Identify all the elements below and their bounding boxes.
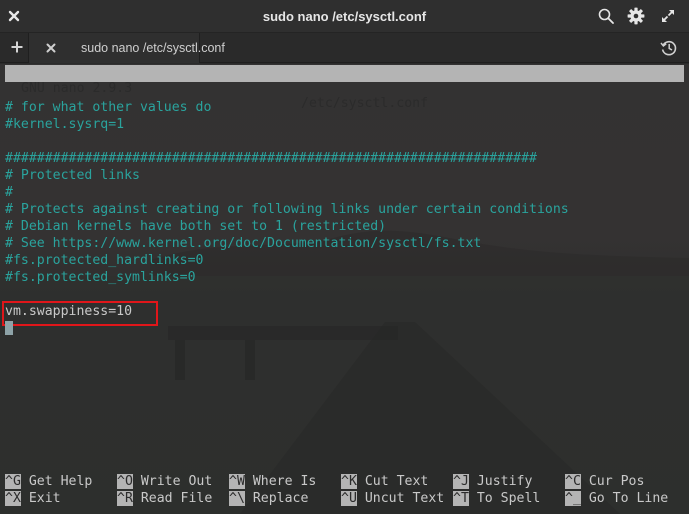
gear-icon (627, 7, 645, 25)
maximize-button[interactable] (658, 6, 678, 26)
shortcut-write-out[interactable]: ^O Write Out (117, 473, 212, 490)
shortcut-get-help[interactable]: ^G Get Help (5, 473, 92, 490)
shortcut-label: Where Is (244, 474, 317, 489)
editor-line: # for what other values do (5, 100, 212, 115)
shortcut-label: To Spell (468, 491, 541, 506)
shortcut-label: Cur Pos (580, 474, 645, 489)
shortcut-read-file[interactable]: ^R Read File (117, 490, 212, 507)
close-tab-button[interactable] (43, 40, 59, 56)
shortcut-key: ^W (229, 474, 245, 489)
editor-line: ########################################… (5, 151, 537, 166)
shortcut-key: ^\ (229, 491, 245, 506)
shortcut-label: Uncut Text (356, 491, 445, 506)
shortcut-label: Read File (132, 491, 213, 506)
shortcut-go-to-line[interactable]: ^_ Go To Line (565, 490, 668, 507)
nano-shortcut-bar: ^G Get Help ^X Exit ^O Write Out ^R Read Fi… (0, 473, 689, 507)
shortcut-to-spell[interactable]: ^T To Spell (453, 490, 540, 507)
shortcut-key: ^U (341, 491, 357, 506)
nano-version: GNU nano 2.9.3 (21, 81, 133, 96)
shortcut-label: Go To Line (580, 491, 669, 506)
shortcut-justify[interactable]: ^J Justify (453, 473, 532, 490)
shortcut-key: ^X (5, 491, 21, 506)
history-icon (660, 40, 677, 56)
shortcut-label: Write Out (132, 474, 213, 489)
window-title: sudo nano /etc/sysctl.conf (262, 9, 427, 24)
shortcut-key: ^C (565, 474, 581, 489)
editor-line: #fs.protected_symlinks=0 (5, 270, 196, 285)
shortcut-label: Cut Text (356, 474, 429, 489)
shortcut-key: ^R (117, 491, 133, 506)
new-tab-button[interactable] (6, 38, 28, 58)
maximize-icon (662, 10, 674, 22)
shortcut-uncut-text[interactable]: ^U Uncut Text (341, 490, 444, 507)
tab-label: sudo nano /etc/sysctl.conf (81, 41, 225, 55)
settings-button[interactable] (626, 6, 646, 26)
shortcut-key: ^J (453, 474, 469, 489)
editor-line: # Protects against creating or following… (5, 202, 569, 217)
window-titlebar: sudo nano /etc/sysctl.conf (0, 0, 689, 33)
shortcut-label: Get Help (20, 474, 93, 489)
shortcut-key: ^O (117, 474, 133, 489)
editor-line: #fs.protected_hardlinks=0 (5, 253, 204, 268)
shortcut-key: ^G (5, 474, 21, 489)
close-icon (46, 43, 56, 53)
search-icon (598, 8, 614, 24)
editor-line: #kernel.sysrq=1 (5, 117, 125, 132)
shortcut-exit[interactable]: ^X Exit (5, 490, 61, 507)
tab-sudo-nano[interactable]: sudo nano /etc/sysctl.conf (28, 33, 225, 63)
shortcut-replace[interactable]: ^\ Replace (229, 490, 308, 507)
highlight-annotation (2, 301, 158, 326)
shortcut-label: Exit (20, 491, 61, 506)
editor-line: # Debian kernels have both set to 1 (res… (5, 219, 387, 234)
search-button[interactable] (596, 6, 616, 26)
history-button[interactable] (660, 39, 678, 57)
shortcut-cur-pos[interactable]: ^C Cur Pos (565, 473, 644, 490)
editor-line: # (5, 185, 13, 200)
shortcut-key: ^_ (565, 491, 581, 506)
shortcut-label: Justify (468, 474, 533, 489)
shortcut-where-is[interactable]: ^W Where Is (229, 473, 316, 490)
text-cursor (5, 321, 13, 335)
shortcut-key: ^T (453, 491, 469, 506)
editor-line: # See https://www.kernel.org/doc/Documen… (5, 236, 482, 251)
shortcut-key: ^K (341, 474, 357, 489)
shortcut-cut-text[interactable]: ^K Cut Text (341, 473, 428, 490)
editor-line: # Protected links (5, 168, 140, 183)
tab-bar: sudo nano /etc/sysctl.conf (0, 33, 689, 63)
shortcut-label: Replace (244, 491, 309, 506)
nano-title-bar: GNU nano 2.9.3 /etc/sysctl.conf (5, 65, 684, 111)
terminal-view[interactable]: GNU nano 2.9.3 /etc/sysctl.conf # for wh… (0, 64, 689, 514)
nano-filename: /etc/sysctl.conf (301, 96, 429, 111)
plus-icon (11, 41, 23, 53)
